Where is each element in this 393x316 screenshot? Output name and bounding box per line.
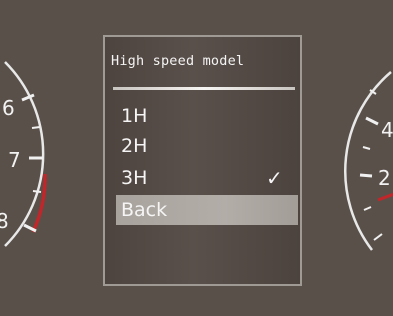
right-tick-2 (359, 173, 373, 178)
check-icon: ✓ (266, 166, 283, 190)
right-tick-4 (365, 116, 379, 126)
menu-item-1h[interactable]: 1H (116, 101, 298, 131)
right-tick-label: 4 (381, 118, 393, 142)
right-tick-label: 2 (378, 166, 391, 190)
right-minor-tick (373, 233, 383, 241)
menu-item-2h[interactable]: 2H (116, 131, 298, 161)
menu-item-label: 2H (121, 135, 148, 157)
menu-item-back[interactable]: Back (116, 195, 298, 225)
right-minor-tick (362, 146, 371, 150)
menu-divider (113, 87, 295, 90)
right-gauge-rim (343, 71, 392, 251)
right-minor-tick (363, 206, 372, 211)
menu-item-label: Back (121, 199, 168, 221)
menu-item-label: 1H (121, 105, 148, 127)
instrument-cluster: 6 7 8 4 2 High speed model 1H 2H 3H ✓ Ba… (0, 0, 393, 316)
menu-item-3h[interactable]: 3H ✓ (116, 163, 298, 193)
high-speed-model-menu: High speed model 1H 2H 3H ✓ Back (103, 35, 302, 286)
menu-item-label: 3H (121, 167, 148, 189)
right-gauge-needle (377, 192, 393, 202)
menu-title: High speed model (111, 53, 245, 69)
